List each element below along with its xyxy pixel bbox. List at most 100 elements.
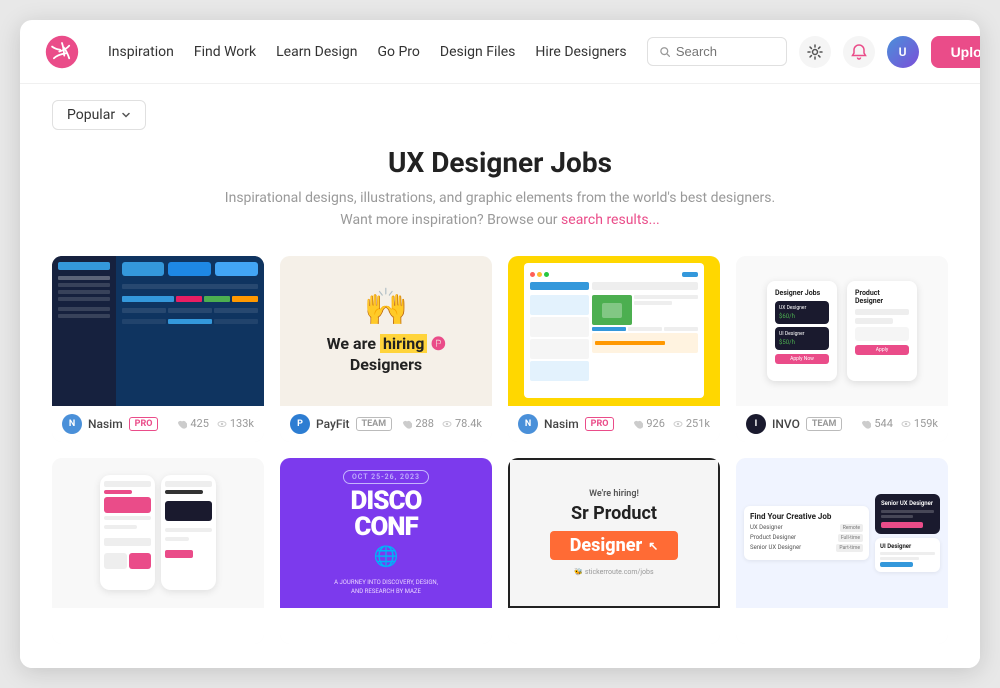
job-tag-2: Full-time [838, 534, 863, 542]
team-badge: TEAM [356, 417, 393, 431]
navbar: Inspiration Find Work Learn Design Go Pr… [20, 20, 980, 84]
nav-hire-designers[interactable]: Hire Designers [535, 44, 626, 60]
popular-dropdown[interactable]: Popular [52, 100, 146, 130]
disco-date: OCT 25-26, 2023 [343, 470, 429, 484]
heart-icon [402, 419, 412, 429]
shot-thumbnail [508, 256, 720, 406]
pro-badge: PRO [585, 417, 615, 431]
search-icon [660, 46, 670, 58]
designer-badge: Designer ↖ [550, 531, 679, 560]
search-results-link[interactable]: search results... [561, 212, 660, 228]
shot-card[interactable]: OCT 25-26, 2023 DISCOCONF 🌐 A JOURNEY IN… [280, 458, 492, 644]
shot-meta [52, 608, 264, 644]
author-avatar: P [290, 414, 310, 434]
shot-thumbnail: Find Your Creative Job UX Designer Remot… [736, 458, 948, 608]
shot-stats: 288 78.4k [402, 417, 482, 430]
shot-thumbnail [52, 256, 264, 406]
shot-meta [508, 608, 720, 644]
author-avatar: N [518, 414, 538, 434]
shots-grid: N Nasim PRO 425 133k [52, 256, 948, 644]
main-content: Popular UX Designer Jobs Inspirational d… [20, 84, 980, 668]
shot-card[interactable]: N Nasim PRO 926 251k [508, 256, 720, 442]
shot8-left-panel: Find Your Creative Job UX Designer Remot… [744, 506, 869, 560]
nav-design-files[interactable]: Design Files [440, 44, 516, 60]
shot-author: I INVO TEAM [746, 414, 842, 434]
author-name: Nasim [544, 417, 579, 431]
shot-card[interactable]: Find Your Creative Job UX Designer Remot… [736, 458, 948, 644]
filter-bar: Popular [52, 100, 948, 130]
eye-icon [673, 419, 683, 429]
job-tag-1: Remote [840, 524, 863, 532]
heart-icon [861, 419, 871, 429]
logo[interactable] [44, 34, 80, 70]
shot-author: N Nasim PRO [518, 414, 614, 434]
job-tag-3: Part-time [836, 544, 863, 552]
author-avatar: N [62, 414, 82, 434]
heart-icon [633, 419, 643, 429]
disco-globe: 🌐 [374, 544, 399, 568]
eye-icon [217, 419, 227, 429]
shot-meta [280, 608, 492, 644]
disco-subtitle: A JOURNEY INTO DISCOVERY, DESIGN,AND RES… [334, 578, 438, 596]
upload-button[interactable]: Upload [931, 36, 980, 68]
job-name-2: Product Designer [750, 534, 796, 541]
shot-thumbnail: Designer Jobs UX Designer $60/h UI Desig… [736, 256, 948, 406]
shot-meta: P PayFit TEAM 288 78.4k [280, 406, 492, 442]
nav-links: Inspiration Find Work Learn Design Go Pr… [108, 44, 627, 60]
shot-meta: N Nasim PRO 425 133k [52, 406, 264, 442]
popular-label: Popular [67, 107, 115, 123]
eye-icon [442, 419, 452, 429]
views-stat: 78.4k [442, 417, 482, 430]
shot-meta: I INVO TEAM 544 159k [736, 406, 948, 442]
nav-learn-design[interactable]: Learn Design [276, 44, 357, 60]
nav-inspiration[interactable]: Inspiration [108, 44, 174, 60]
shot-stats: 926 251k [633, 417, 710, 430]
settings-icon-btn[interactable] [799, 36, 831, 68]
likes-stat: 544 [861, 417, 893, 430]
likes-stat: 926 [633, 417, 665, 430]
author-name: Nasim [88, 417, 123, 431]
shot-meta: N Nasim PRO 926 251k [508, 406, 720, 442]
phone-card-2-title: Product Designer [855, 289, 909, 305]
nav-right: U Upload [647, 36, 980, 68]
shot-card[interactable]: Designer Jobs UX Designer $60/h UI Desig… [736, 256, 948, 442]
phone-mockup-2 [161, 475, 216, 590]
shot-card[interactable]: N Nasim PRO 425 133k [52, 256, 264, 442]
views-stat: 159k [901, 417, 938, 430]
browser-window: Inspiration Find Work Learn Design Go Pr… [20, 20, 980, 668]
notifications-icon-btn[interactable] [843, 36, 875, 68]
shot-card[interactable] [52, 458, 264, 644]
dark-card-title: Senior UX Designer [881, 500, 934, 507]
shot8-dark-card: Senior UX Designer [875, 494, 940, 534]
page-subtitle: Inspirational designs, illustrations, an… [52, 187, 948, 232]
shot-thumbnail: OCT 25-26, 2023 DISCOCONF 🌐 A JOURNEY IN… [280, 458, 492, 608]
settings-icon [807, 44, 823, 60]
author-name: PayFit [316, 417, 350, 431]
shot-meta [736, 608, 948, 644]
heart-icon [177, 419, 187, 429]
author-avatar: I [746, 414, 766, 434]
shot-thumbnail [52, 458, 264, 608]
search-input[interactable] [676, 44, 774, 59]
shot-author: N Nasim PRO [62, 414, 158, 434]
team-badge: TEAM [806, 417, 843, 431]
job-name-1: UX Designer [750, 524, 783, 531]
sr-product-title: Sr Product [571, 503, 657, 525]
shot-author: P PayFit TEAM [290, 414, 392, 434]
job-name-3: Senior UX Designer [750, 544, 801, 551]
hiring-label: We're hiring! [589, 489, 639, 499]
user-avatar[interactable]: U [887, 36, 919, 68]
shot-thumbnail: We're hiring! Sr Product Designer ↖ 🐝 st… [508, 458, 720, 608]
chevron-down-icon [121, 110, 131, 120]
bell-icon [851, 44, 867, 60]
pro-badge: PRO [129, 417, 159, 431]
find-job-title: Find Your Creative Job [750, 512, 863, 521]
page-header: UX Designer Jobs Inspirational designs, … [52, 146, 948, 232]
nav-go-pro[interactable]: Go Pro [377, 44, 419, 60]
shot-card[interactable]: 🙌 We are hiring 🅟Designers P PayFit TEAM [280, 256, 492, 442]
shot-card[interactable]: We're hiring! Sr Product Designer ↖ 🐝 st… [508, 458, 720, 644]
search-box[interactable] [647, 37, 787, 66]
phone-card-2: Product Designer Apply [847, 281, 917, 381]
nav-find-work[interactable]: Find Work [194, 44, 256, 60]
shot8-right-panel: Senior UX Designer UI Designer [875, 494, 940, 572]
